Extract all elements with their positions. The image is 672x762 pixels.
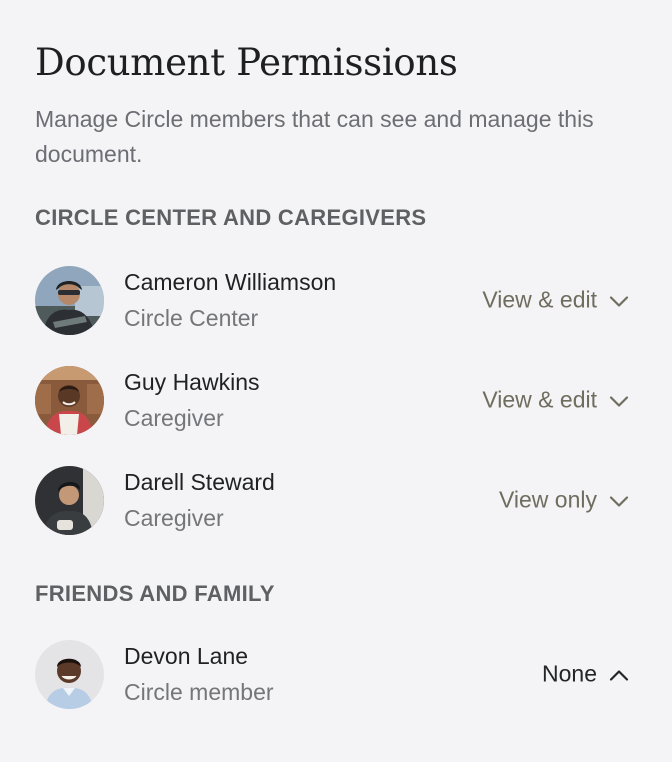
avatar (35, 465, 104, 535)
member-role: Caregiver (124, 505, 224, 531)
member-name: Darell Steward (124, 469, 275, 495)
member-role: Circle member (124, 679, 274, 705)
avatar (35, 365, 104, 435)
caregivers-list: Cameron Williamson Circle Center View & … (35, 250, 637, 550)
permission-dropdown[interactable]: View & edit (482, 287, 629, 314)
permission-label: View & edit (482, 386, 597, 413)
member-name: Guy Hawkins (124, 369, 260, 395)
permission-dropdown[interactable]: View only (499, 487, 629, 514)
member-name: Devon Lane (124, 643, 249, 669)
list-item: Devon Lane Circle member None (35, 624, 637, 724)
page-title: Document Permissions (35, 41, 458, 84)
section-heading-caregivers: CIRCLE CENTER AND CAREGIVERS (35, 205, 427, 230)
permission-label: View & edit (482, 286, 597, 313)
chevron-up-icon (609, 668, 629, 681)
page-subtitle: Manage Circle members that can see and m… (35, 106, 594, 167)
permission-dropdown[interactable]: View & edit (482, 387, 629, 414)
chevron-down-icon (609, 394, 629, 407)
permission-label: None (542, 660, 597, 687)
permission-label: View only (498, 486, 597, 513)
avatar (35, 639, 104, 709)
section-heading-friends-family: FRIENDS AND FAMILY (35, 581, 275, 606)
document-permissions-panel: Document Permissions Manage Circle membe… (0, 0, 672, 762)
chevron-down-icon (609, 494, 629, 507)
friends-family-list: Devon Lane Circle member None (35, 624, 637, 724)
chevron-down-icon (609, 294, 629, 307)
member-name: Cameron Williamson (124, 269, 337, 295)
member-role: Circle Center (124, 305, 259, 331)
member-role: Caregiver (124, 405, 224, 431)
list-item: Darell Steward Caregiver View only (35, 450, 637, 550)
permission-dropdown[interactable]: None (542, 661, 629, 688)
list-item: Cameron Williamson Circle Center View & … (35, 250, 637, 350)
avatar (35, 265, 104, 335)
list-item: Guy Hawkins Caregiver View & edit (35, 350, 637, 450)
